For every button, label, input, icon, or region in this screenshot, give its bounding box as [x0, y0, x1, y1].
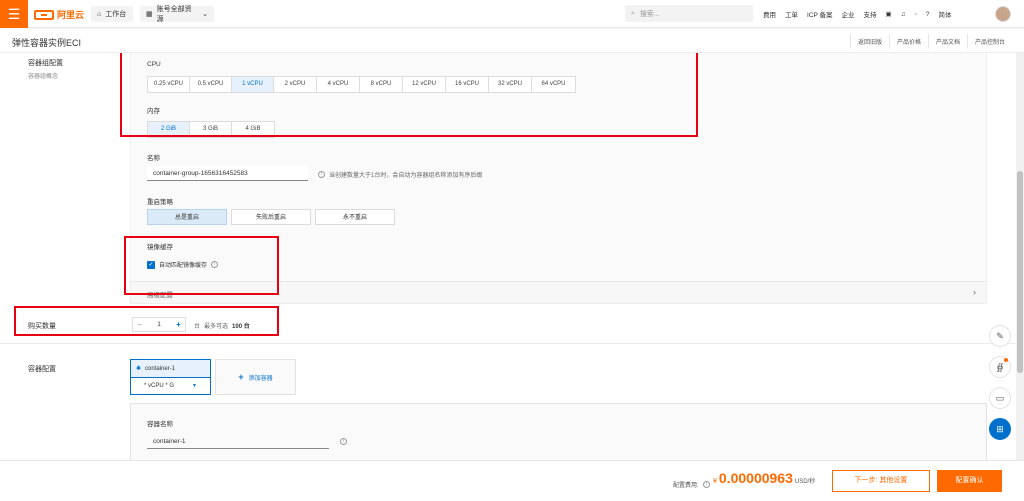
- fee-unit: USD/秒: [794, 479, 816, 485]
- link-language[interactable]: 简体: [939, 9, 952, 19]
- back-old-version-link[interactable]: 返回旧版: [849, 34, 889, 49]
- group-concept-link[interactable]: 容器组概念: [28, 71, 58, 80]
- page-header: 弹性容器实例ECI 返回旧版 产品价格 产品文档 产品控制台: [0, 29, 1024, 53]
- chevron-down-icon: ⌄: [202, 11, 208, 18]
- help-icon[interactable]: ?: [926, 11, 930, 18]
- divider: [0, 343, 1016, 344]
- chevron-right-icon: ›: [973, 287, 976, 297]
- restart-never-option[interactable]: 永不重启: [315, 209, 395, 225]
- account-label: 账号全部资源: [156, 6, 192, 23]
- feedback-icon[interactable]: ∯: [989, 356, 1011, 378]
- product-console-link[interactable]: 产品控制台: [966, 34, 1012, 49]
- brand-logo[interactable]: 阿里云: [34, 8, 84, 21]
- floating-toolbar: ✎ ∯ ▭ ⊞: [989, 325, 1011, 440]
- group-name-hint-text: 当创建数量大于1台时，会自动为容器组名称添加有序后缀: [329, 173, 483, 179]
- screen-icon[interactable]: ▣: [886, 10, 892, 18]
- scrollbar-thumb[interactable]: [1017, 171, 1023, 373]
- container-name-label: 容器名称: [147, 421, 173, 428]
- main-content: 容器组配置 容器组概念 CPU 0.25 vCPU 0.5 vCPU 1 vCP…: [0, 53, 1016, 460]
- restart-policy-label: 重启策略: [147, 199, 173, 206]
- next-step-button[interactable]: 下一步: 其他设置: [832, 470, 930, 492]
- fee-amount: 0.00000963: [718, 470, 793, 486]
- workbench-label: 工作台: [105, 11, 127, 18]
- top-links: 费用 工单 ICP 备案 企业 支持 ▣ ♫ ◦ ? 简体: [763, 0, 952, 28]
- brand-name: 阿里云: [57, 10, 85, 20]
- bulb-icon[interactable]: ◦: [915, 11, 917, 18]
- account-resource-selector[interactable]: ▦ 账号全部资源 ⌄: [140, 6, 214, 23]
- info-icon: i: [702, 481, 710, 488]
- apps-icon[interactable]: ⊞: [989, 418, 1011, 440]
- avatar[interactable]: [995, 6, 1011, 22]
- fee-label-text: 配置费用:: [673, 483, 699, 489]
- container-icon: ✱: [136, 366, 142, 372]
- container-name-input[interactable]: container-1: [147, 434, 329, 449]
- name-label: 名称: [147, 155, 160, 162]
- link-enterprise[interactable]: 企业: [842, 9, 855, 19]
- grid-icon: ▦: [146, 11, 153, 18]
- header-links: 返回旧版 产品价格 产品文档 产品控制台: [849, 34, 1012, 49]
- page-title: 弹性容器实例ECI: [12, 38, 82, 48]
- add-container-button[interactable]: + 添加容器: [215, 359, 296, 395]
- fee-currency: ¥: [713, 478, 717, 485]
- link-support[interactable]: 支持: [864, 9, 877, 19]
- container-config-title: 容器配置: [28, 366, 56, 373]
- product-price-link[interactable]: 产品价格: [888, 34, 928, 49]
- link-icp[interactable]: ICP 备案: [807, 9, 833, 19]
- restart-always-option[interactable]: 总是重启: [147, 209, 227, 225]
- chat-icon[interactable]: ▭: [989, 387, 1011, 409]
- group-config-title: 容器组配置: [28, 60, 63, 67]
- info-icon: i: [340, 438, 347, 445]
- container-card[interactable]: ✱ container-1 * vCPU * G ▼: [130, 359, 211, 395]
- search-icon: ⌕: [631, 9, 635, 17]
- notification-dot: [1004, 358, 1008, 362]
- group-name-input[interactable]: container-group-1656316452583: [147, 166, 308, 181]
- link-tickets[interactable]: 工单: [785, 9, 798, 19]
- edit-icon[interactable]: ✎: [989, 325, 1011, 347]
- container-card-header: ✱ container-1: [131, 360, 210, 378]
- add-container-label: 添加容器: [248, 375, 273, 382]
- container-card-name: container-1: [145, 365, 176, 372]
- home-icon: ⌂: [97, 10, 102, 18]
- aliyun-logo-mark: [34, 9, 54, 20]
- group-name-hint: i 当创建数量大于1台时，会自动为容器组名称添加有序后缀: [318, 170, 482, 179]
- top-navigation-bar: ☰ 阿里云 ⌂ 工作台 ▦ 账号全部资源 ⌄ ⌕ 搜索... 费用 工单 ICP…: [0, 0, 1024, 28]
- restart-on-failure-option[interactable]: 失败后重启: [231, 209, 311, 225]
- scrollbar[interactable]: [1016, 53, 1024, 460]
- info-icon: i: [318, 171, 325, 178]
- fee-label: 配置费用: i: [673, 480, 710, 489]
- link-fees[interactable]: 费用: [763, 9, 776, 19]
- search-input[interactable]: ⌕ 搜索...: [625, 5, 753, 22]
- caret-down-icon: ▼: [192, 383, 197, 389]
- annotation-box-cpu-memory: [120, 53, 698, 137]
- plus-icon: +: [238, 372, 244, 382]
- annotation-box-image-cache: [124, 236, 279, 295]
- restart-policy-selector: 总是重启 失败后重启 永不重启: [147, 209, 395, 225]
- annotation-box-purchase-quantity: [14, 306, 279, 336]
- fee-value: ¥ 0.00000963 USD/秒: [713, 470, 815, 486]
- product-docs-link[interactable]: 产品文档: [927, 34, 967, 49]
- container-detail-panel: 容器名称 container-1 i: [130, 403, 987, 460]
- container-spec-select[interactable]: * vCPU * G ▼: [131, 378, 210, 394]
- menu-icon[interactable]: ☰: [0, 0, 28, 28]
- container-spec: * vCPU * G: [144, 383, 175, 389]
- workbench-button[interactable]: ⌂ 工作台: [91, 6, 133, 22]
- confirm-config-button[interactable]: 配置确认: [937, 470, 1002, 492]
- bell-icon[interactable]: ♫: [901, 11, 906, 18]
- bottom-action-bar: 配置费用: i ¥ 0.00000963 USD/秒 下一步: 其他设置 配置确…: [0, 460, 1024, 501]
- search-placeholder: 搜索...: [639, 10, 660, 18]
